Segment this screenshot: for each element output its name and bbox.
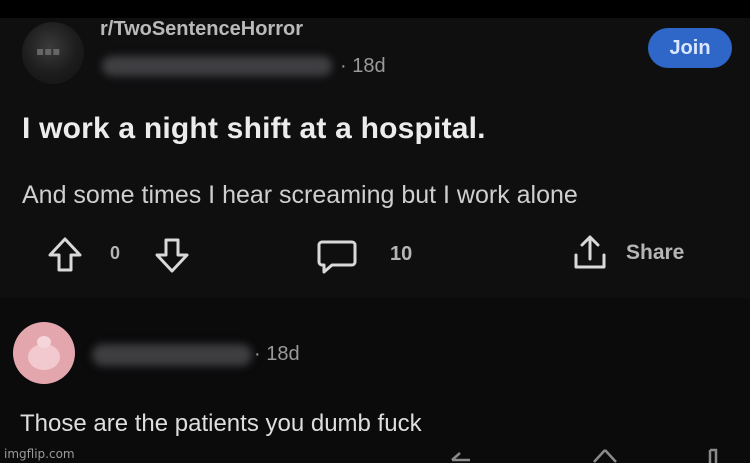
- top-black-bar: [0, 0, 750, 18]
- post-body: And some times I hear screaming but I wo…: [22, 181, 578, 209]
- downvote-arrow-icon[interactable]: [153, 235, 191, 275]
- share-icon[interactable]: [568, 231, 612, 275]
- upvote-arrow-icon[interactable]: [46, 235, 84, 275]
- subreddit-name[interactable]: r/TwoSentenceHorror: [100, 18, 303, 41]
- comment-card: [0, 298, 750, 463]
- subreddit-avatar[interactable]: ▪▪▪: [22, 22, 84, 84]
- join-button[interactable]: Join: [648, 28, 732, 68]
- avatar-snoo-head: [37, 336, 51, 348]
- share-button[interactable]: Share: [626, 241, 684, 265]
- commenter-avatar[interactable]: [13, 322, 75, 384]
- comment-downvote-icon[interactable]: [702, 448, 724, 463]
- comment-upvote-icon[interactable]: [592, 448, 618, 463]
- vote-count: 0: [110, 243, 121, 263]
- comment-text: Those are the patients you dumb fuck: [20, 410, 422, 437]
- post-time: · 18d: [340, 55, 386, 77]
- commenter-name-redacted: [92, 344, 252, 366]
- username-redacted: [102, 56, 332, 76]
- comment-count: 10: [390, 243, 413, 265]
- imgflip-watermark: imgflip.com: [4, 447, 75, 461]
- comment-bubble-icon[interactable]: [316, 236, 358, 276]
- subreddit-avatar-mark: ▪▪▪: [36, 44, 61, 58]
- post-title[interactable]: I work a night shift at a hospital.: [22, 112, 486, 146]
- comment-time: · 18d: [254, 343, 300, 365]
- reply-arrow-icon[interactable]: [450, 450, 472, 463]
